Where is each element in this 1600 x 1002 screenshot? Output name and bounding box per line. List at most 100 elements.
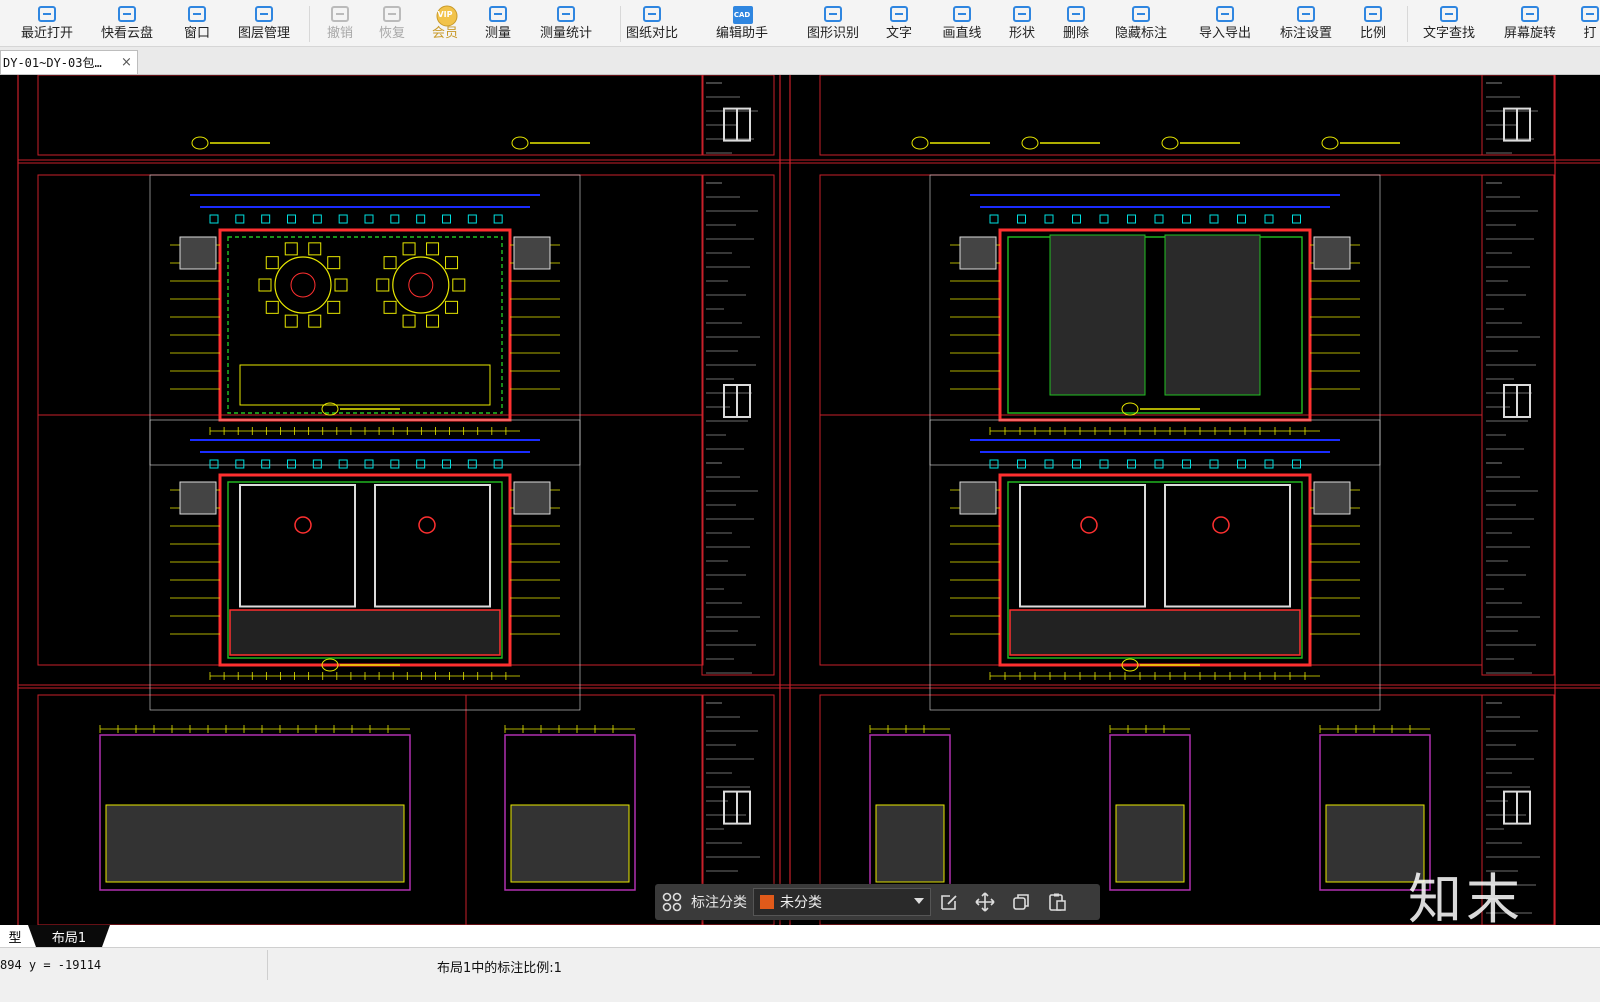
category-selected-value: 未分类	[780, 895, 822, 911]
annotation-category-select[interactable]: 未分类	[753, 888, 931, 916]
title-block	[701, 174, 775, 676]
cloud-icon	[116, 5, 138, 23]
toolbar-button-compare[interactable]: 图纸对比	[620, 0, 684, 46]
toolbar-button-label: 标注设置	[1279, 26, 1332, 41]
grid-icon[interactable]	[655, 884, 689, 920]
vip-badge-icon: VIP	[434, 5, 458, 27]
cad-edit-icon: CAD	[731, 5, 753, 24]
watermark-logo: 知末	[1408, 868, 1524, 925]
watermark-id: ID: 1163971197	[1362, 922, 1573, 952]
toolbar-button-scale[interactable]: 比例	[1355, 0, 1391, 46]
toolbar-button-cad-edit[interactable]: CAD 编辑助手	[710, 0, 774, 46]
undo-icon	[329, 5, 351, 23]
elevation-drawing	[869, 725, 951, 891]
print-icon	[1579, 5, 1600, 23]
annotation-category-label: 标注分类	[691, 895, 747, 911]
toolbar-button-annotation-settings[interactable]: 标注设置	[1274, 0, 1338, 46]
close-icon[interactable]: ×	[121, 55, 132, 70]
redo-icon	[381, 5, 403, 23]
title-block	[701, 75, 775, 156]
toolbar-button-label: 形状	[1008, 26, 1035, 41]
import-export-icon	[1214, 5, 1236, 23]
category-color-swatch	[760, 895, 774, 909]
document-tab-title: DY-01~DY-03包…	[3, 56, 102, 70]
toolbar-button-label: 文字	[885, 26, 912, 41]
toolbar-button-import-export[interactable]: 导入导出	[1193, 0, 1257, 46]
annotation-settings-icon	[1295, 5, 1317, 23]
ruler-icon	[487, 5, 509, 23]
text-search-icon	[1438, 5, 1460, 23]
toolbar-button-label: 图形识别	[806, 26, 859, 41]
floor-plan	[929, 174, 1381, 466]
window-icon	[186, 5, 208, 23]
annotation-category-bar: 标注分类 未分类	[655, 884, 1100, 920]
document-tab-bar: DY-01~DY-03包… ×	[0, 47, 1600, 75]
toolbar-button-label: 撤销	[326, 26, 353, 41]
text-icon	[888, 5, 910, 23]
toolbar-button-label: 删除	[1062, 26, 1089, 41]
tab-layout1[interactable]: 布局1	[36, 925, 102, 947]
toolbar-button-label: 窗口	[183, 26, 210, 41]
toolbar-button-redo[interactable]: 恢复	[374, 0, 410, 46]
toolbar-button-shape[interactable]: 形状	[1004, 0, 1040, 46]
toolbar-button-clock[interactable]: 最近打开	[15, 0, 79, 46]
toolbar-button-eye-hide[interactable]: 隐藏标注	[1109, 0, 1173, 46]
toolbar-button-label: 隐藏标注	[1114, 26, 1167, 41]
elevation-drawing	[1109, 725, 1191, 891]
toolbar-button-text[interactable]: 文字	[881, 0, 917, 46]
measure-stats-icon	[555, 5, 577, 23]
toolbar-button-line[interactable]: 画直线	[937, 0, 987, 46]
title-block	[1481, 75, 1555, 156]
toolbar-button-label: 画直线	[942, 26, 982, 41]
copy-icon[interactable]	[1003, 884, 1039, 920]
status-divider	[267, 950, 268, 980]
toolbar-button-window[interactable]: 窗口	[179, 0, 215, 46]
toolbar-button-eraser[interactable]: 删除	[1058, 0, 1094, 46]
toolbar-button-label: 比例	[1359, 26, 1386, 41]
toolbar-button-shape-recognize[interactable]: 图形识别	[801, 0, 865, 46]
elevation-drawing	[504, 725, 636, 891]
status-bar: 894 y = -19114 布局1中的标注比例:1 ID: 116397119…	[0, 922, 1600, 1002]
toolbar-button-text-search[interactable]: 文字查找	[1417, 0, 1481, 46]
tab-model[interactable]: 型	[0, 925, 30, 947]
move-icon[interactable]	[967, 884, 1003, 920]
cad-drawing-canvas[interactable]: 知末	[0, 75, 1600, 925]
shape-recognize-icon	[822, 5, 844, 23]
toolbar-button-cloud[interactable]: 快看云盘	[95, 0, 159, 46]
toolbar-button-vip-badge[interactable]: VIP 会员	[427, 0, 463, 46]
toolbar-button-measure-stats[interactable]: 测量统计	[534, 0, 598, 46]
toolbar-button-label: 测量统计	[539, 26, 592, 41]
paste-icon[interactable]	[1039, 884, 1075, 920]
toolbar-button-layers[interactable]: 图层管理	[232, 0, 296, 46]
chevron-down-icon	[914, 898, 924, 904]
floor-plan	[149, 174, 581, 466]
toolbar-button-ruler[interactable]: 测量	[480, 0, 516, 46]
toolbar-button-label: 图层管理	[237, 26, 290, 41]
main-toolbar: 最近打开 快看云盘 窗口 图层管理 撤销 恢复 VIP 会员 测量 测量统计 图纸对比 CAD 编辑助手…	[0, 0, 1600, 47]
tab-model-label: 型	[8, 930, 22, 946]
annotation-scale-text: 布局1中的标注比例:1	[437, 961, 562, 976]
document-tab[interactable]: DY-01~DY-03包… ×	[0, 50, 138, 74]
toolbar-button-undo[interactable]: 撤销	[322, 0, 358, 46]
sheet-frames	[17, 75, 1600, 925]
toolbar-badge: CAD	[733, 11, 751, 19]
toolbar-button-label: 文字查找	[1422, 26, 1475, 41]
toolbar-button-label: 打	[1583, 26, 1597, 41]
shape-icon	[1011, 5, 1033, 23]
toolbar-button-print[interactable]: 打	[1579, 0, 1600, 46]
toolbar-button-label: 会员	[431, 26, 458, 41]
cursor-coordinates: 894 y = -19114	[0, 958, 102, 972]
toolbar-button-label: 最近打开	[20, 26, 73, 41]
toolbar-button-label: 测量	[484, 26, 511, 41]
line-icon	[951, 5, 973, 23]
toolbar-badge: VIP	[437, 10, 453, 19]
toolbar-button-label: 编辑助手	[715, 26, 768, 41]
tab-layout1-label: 布局1	[51, 930, 87, 946]
layout-tab-bar: 型 布局1	[0, 925, 1600, 947]
rotate-screen-icon	[1519, 5, 1541, 23]
eraser-icon	[1065, 5, 1087, 23]
toolbar-button-label: 导入导出	[1198, 26, 1251, 41]
edit-icon[interactable]	[931, 884, 967, 920]
toolbar-button-rotate-screen[interactable]: 屏幕旋转	[1498, 0, 1562, 46]
title-block	[1481, 174, 1555, 676]
